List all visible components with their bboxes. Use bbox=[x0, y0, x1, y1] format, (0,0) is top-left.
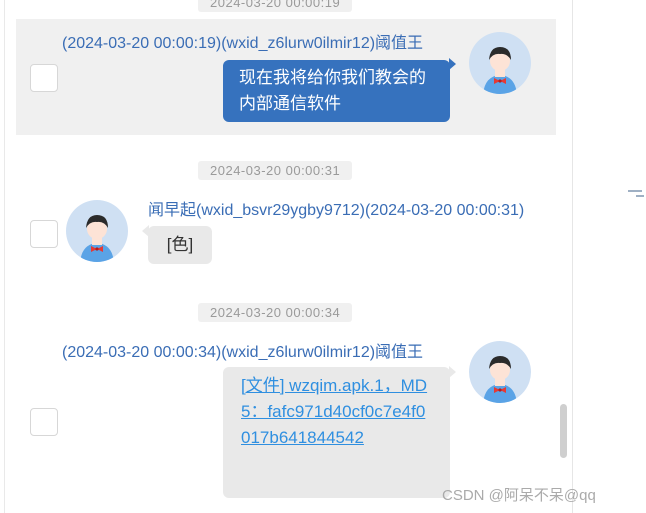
avatar-icon[interactable] bbox=[66, 200, 128, 262]
message-text: 现在我将给你我们教会的内部通信软件 bbox=[239, 68, 426, 113]
message-bubble[interactable]: 现在我将给你我们教会的内部通信软件 bbox=[223, 60, 450, 122]
message-sender: (2024-03-20 00:00:19)(wxid_z6lurw0ilmir1… bbox=[62, 35, 424, 52]
bubble-tail bbox=[449, 366, 456, 378]
file-link[interactable]: [文件] wzqim.apk.1，MD5：fafc971d40cf0c7e4f0… bbox=[241, 376, 427, 447]
menu-dash-icon[interactable] bbox=[628, 190, 644, 198]
avatar-icon[interactable] bbox=[469, 32, 531, 94]
avatar-icon[interactable] bbox=[469, 341, 531, 403]
bubble-tail bbox=[449, 58, 456, 70]
message-text: [色] bbox=[166, 235, 194, 254]
chat-panel[interactable]: 2024-03-20 00:00:19 (2024-03-20 00:00:19… bbox=[0, 0, 573, 513]
watermark: CSDN @阿呆不呆@qq bbox=[442, 487, 596, 504]
scrollbar-thumb[interactable] bbox=[560, 404, 567, 458]
message-timestamp: 2024-03-20 00:00:19 bbox=[198, 0, 353, 12]
message-select-checkbox[interactable] bbox=[30, 220, 58, 248]
message-select-checkbox[interactable] bbox=[30, 64, 58, 92]
panel-divider bbox=[4, 0, 5, 513]
file-message-bubble[interactable]: [文件] wzqim.apk.1，MD5：fafc971d40cf0c7e4f0… bbox=[223, 367, 450, 498]
message-bubble[interactable]: [色] bbox=[148, 226, 212, 264]
message-timestamp: 2024-03-20 00:00:34 bbox=[198, 303, 353, 322]
message-sender: 闻早起(wxid_bsvr29ygby9712)(2024-03-20 00:0… bbox=[148, 202, 525, 219]
message-select-checkbox[interactable] bbox=[30, 408, 58, 436]
message-sender: (2024-03-20 00:00:34)(wxid_z6lurw0ilmir1… bbox=[62, 344, 424, 361]
message-timestamp: 2024-03-20 00:00:31 bbox=[198, 161, 353, 180]
